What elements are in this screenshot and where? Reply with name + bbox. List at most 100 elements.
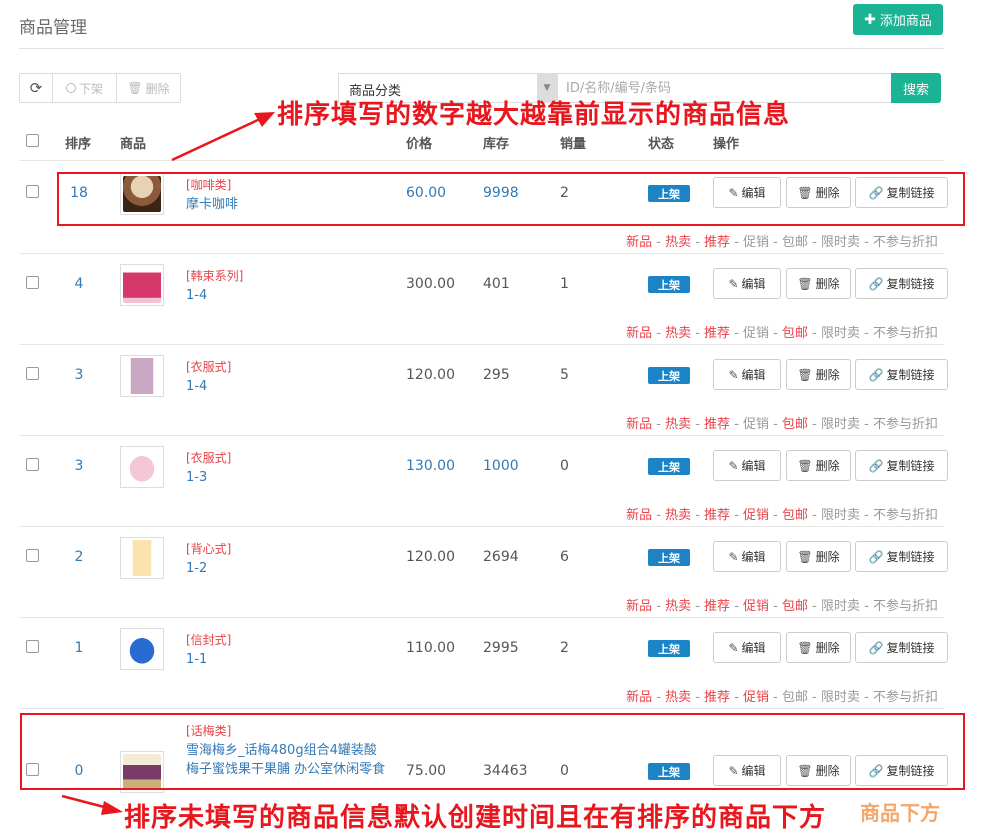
status-badge[interactable]: 上架 [648, 458, 690, 475]
row-checkbox[interactable] [26, 276, 39, 289]
header-stock[interactable]: 库存 [483, 133, 509, 152]
tag-toggle[interactable]: 包邮 [782, 235, 808, 250]
trash-icon: 🗑 [797, 549, 813, 564]
page-title: 商品管理 [19, 18, 87, 38]
product-price[interactable]: 130.00 [406, 458, 455, 474]
product-name-link[interactable]: 1-3 [186, 468, 386, 487]
tag-toggle[interactable]: 热卖 [665, 326, 691, 341]
tag-toggle[interactable]: 限时卖 [821, 508, 860, 523]
delete-button[interactable]: 🗑 删除 [786, 632, 851, 663]
product-thumbnail[interactable] [120, 446, 164, 488]
delete-button[interactable]: 🗑 删除 [786, 268, 851, 299]
row-checkbox[interactable] [26, 640, 39, 653]
tag-toggle[interactable]: 不参与折扣 [873, 417, 938, 432]
edit-button[interactable]: ✎ 编辑 [713, 632, 781, 663]
tag-toggle[interactable]: 限时卖 [821, 599, 860, 614]
tag-toggle[interactable]: 包邮 [782, 599, 808, 614]
tag-toggle[interactable]: 包邮 [782, 326, 808, 341]
tag-toggle[interactable]: 促销 [743, 326, 769, 341]
edit-button[interactable]: ✎ 编辑 [713, 359, 781, 390]
copy-link-button[interactable]: 🔗 复制链接 [855, 632, 948, 663]
copy-link-button[interactable]: 🔗 复制链接 [855, 450, 948, 481]
tag-toggle[interactable]: 限时卖 [821, 417, 860, 432]
refresh-button[interactable]: ⟳ [19, 73, 53, 103]
product-stock: 295 [483, 367, 510, 383]
tag-toggle[interactable]: 热卖 [665, 508, 691, 523]
tag-toggle[interactable]: 新品 [626, 235, 652, 250]
delete-button[interactable]: 🗑 删除 [786, 450, 851, 481]
tag-toggle[interactable]: 促销 [743, 417, 769, 432]
tag-toggle[interactable]: 限时卖 [821, 326, 860, 341]
tag-toggle[interactable]: 促销 [743, 508, 769, 523]
sort-value[interactable]: 3 [60, 367, 98, 383]
tag-toggle[interactable]: 热卖 [665, 417, 691, 432]
tag-toggle[interactable]: 促销 [743, 235, 769, 250]
edit-button[interactable]: ✎ 编辑 [713, 268, 781, 299]
row-checkbox[interactable] [26, 458, 39, 471]
tag-toggle[interactable]: 促销 [743, 690, 769, 705]
header-divider [19, 160, 944, 161]
sort-value[interactable]: 3 [60, 458, 98, 474]
tag-toggle[interactable]: 推荐 [704, 599, 730, 614]
tag-toggle[interactable]: 新品 [626, 417, 652, 432]
sort-value[interactable]: 2 [60, 549, 98, 565]
copy-link-button[interactable]: 🔗 复制链接 [855, 268, 948, 299]
product-thumbnail[interactable] [120, 264, 164, 306]
header-sold[interactable]: 销量 [560, 133, 586, 152]
product-name-link[interactable]: 1-1 [186, 650, 386, 669]
product-stock[interactable]: 1000 [483, 458, 519, 474]
copy-link-button[interactable]: 🔗 复制链接 [855, 541, 948, 572]
status-badge[interactable]: 上架 [648, 276, 690, 293]
tag-toggle[interactable]: 热卖 [665, 235, 691, 250]
row-checkbox[interactable] [26, 549, 39, 562]
tag-toggle[interactable]: 新品 [626, 599, 652, 614]
search-button[interactable]: 搜索 [891, 73, 941, 103]
product-name-link[interactable]: 1-2 [186, 559, 386, 578]
sort-value[interactable]: 4 [60, 276, 98, 292]
edit-button[interactable]: ✎ 编辑 [713, 450, 781, 481]
tag-toggle[interactable]: 推荐 [704, 235, 730, 250]
product-thumbnail[interactable] [120, 628, 164, 670]
tag-toggle[interactable]: 限时卖 [821, 690, 860, 705]
tag-toggle[interactable]: 不参与折扣 [873, 508, 938, 523]
product-thumbnail[interactable] [120, 537, 164, 579]
tag-toggle[interactable]: 不参与折扣 [873, 326, 938, 341]
tag-toggle[interactable]: 包邮 [782, 417, 808, 432]
tag-toggle[interactable]: 推荐 [704, 690, 730, 705]
off-shelf-button[interactable]: 下架 [53, 73, 117, 103]
tag-toggle[interactable]: 新品 [626, 690, 652, 705]
tag-toggle[interactable]: 热卖 [665, 599, 691, 614]
copy-link-button[interactable]: 🔗 复制链接 [855, 359, 948, 390]
add-product-button[interactable]: ✚ 添加商品 [853, 4, 943, 35]
tag-toggle[interactable]: 促销 [743, 599, 769, 614]
status-badge[interactable]: 上架 [648, 367, 690, 384]
select-all-checkbox[interactable] [26, 134, 39, 147]
tag-toggle[interactable]: 热卖 [665, 690, 691, 705]
tag-toggle[interactable]: 推荐 [704, 326, 730, 341]
product-name-link[interactable]: 1-4 [186, 286, 386, 305]
bulk-delete-button[interactable]: 🗑 删除 [117, 73, 181, 103]
product-category: [背心式] [186, 542, 232, 556]
sort-value[interactable]: 1 [60, 640, 98, 656]
tag-toggle[interactable]: 包邮 [782, 690, 808, 705]
row-checkbox[interactable] [26, 185, 39, 198]
product-thumbnail[interactable] [120, 355, 164, 397]
delete-button[interactable]: 🗑 删除 [786, 359, 851, 390]
tag-toggle[interactable]: 推荐 [704, 417, 730, 432]
edit-button[interactable]: ✎ 编辑 [713, 541, 781, 572]
tag-toggle[interactable]: 包邮 [782, 508, 808, 523]
product-name-link[interactable]: 1-4 [186, 377, 386, 396]
delete-button[interactable]: 🗑 删除 [786, 541, 851, 572]
tag-toggle[interactable]: 不参与折扣 [873, 235, 938, 250]
tag-toggle[interactable]: 限时卖 [821, 235, 860, 250]
tag-toggle[interactable]: 新品 [626, 508, 652, 523]
tag-toggle[interactable]: 新品 [626, 326, 652, 341]
tag-toggle[interactable]: 不参与折扣 [873, 599, 938, 614]
tag-toggle[interactable]: 推荐 [704, 508, 730, 523]
status-badge[interactable]: 上架 [648, 640, 690, 657]
status-badge[interactable]: 上架 [648, 549, 690, 566]
tag-toggle[interactable]: 不参与折扣 [873, 690, 938, 705]
row-checkbox[interactable] [26, 367, 39, 380]
header-sort[interactable]: 排序 [65, 133, 91, 152]
header-price[interactable]: 价格 [406, 133, 432, 152]
